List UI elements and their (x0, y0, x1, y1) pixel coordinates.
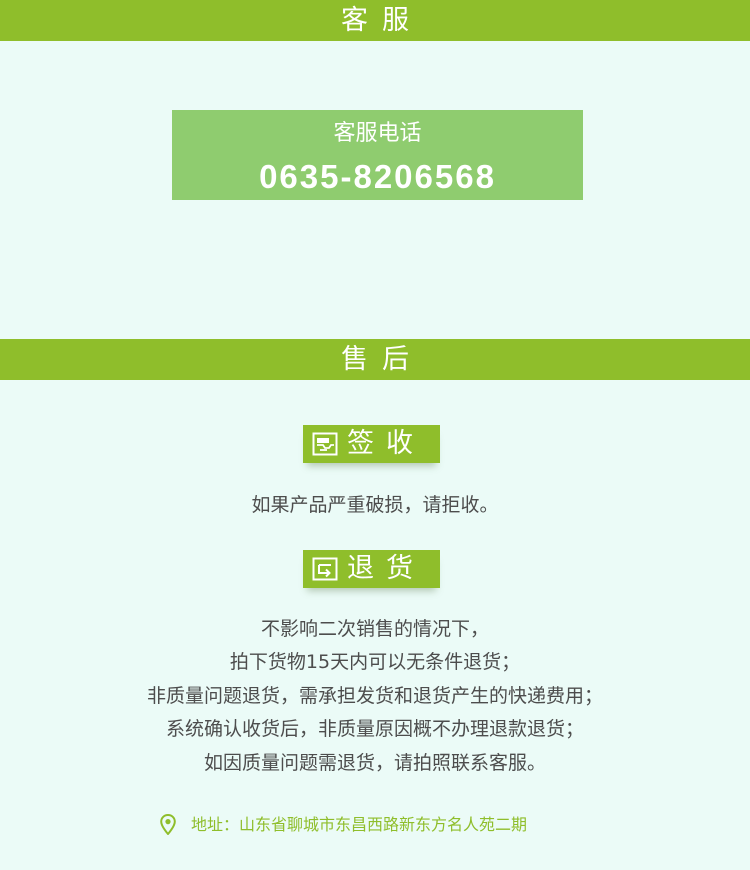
customer-service-phone-box[interactable]: 客服电话 0635-8206568 (172, 110, 583, 200)
return-policy-line: 系统确认收货后，非质量原因概不办理退款退货； (165, 718, 584, 740)
location-pin-icon (160, 814, 176, 835)
after-sales-section-header: 售后 (0, 339, 750, 380)
phone-number[interactable]: 0635-8206568 (172, 158, 583, 196)
address-text: 地址：山东省聊城市东昌西路新东方名人苑二期 (191, 815, 528, 834)
phone-label: 客服电话 (333, 121, 422, 146)
return-policy-line: 不影响二次销售的情况下， (260, 618, 489, 640)
service-section-header: 客服 (0, 0, 750, 41)
return-policy-line: 拍下货物15天内可以无条件退货； (229, 651, 521, 673)
sign-receipt-badge: 签收 (303, 425, 440, 463)
sign-receipt-label: 签收 (347, 428, 425, 459)
return-arrow-icon (312, 557, 338, 581)
return-goods-label: 退货 (347, 553, 425, 584)
sign-receipt-text: 如果产品严重破损，请拒收。 (251, 494, 499, 516)
return-goods-badge: 退货 (303, 550, 440, 588)
return-policy-line: 非质量问题退货，需承担发货和退货产生的快递费用； (146, 685, 603, 707)
return-policy-line: 如因质量问题需退货，请拍照联系客服。 (203, 752, 546, 774)
inbox-icon (312, 432, 338, 456)
